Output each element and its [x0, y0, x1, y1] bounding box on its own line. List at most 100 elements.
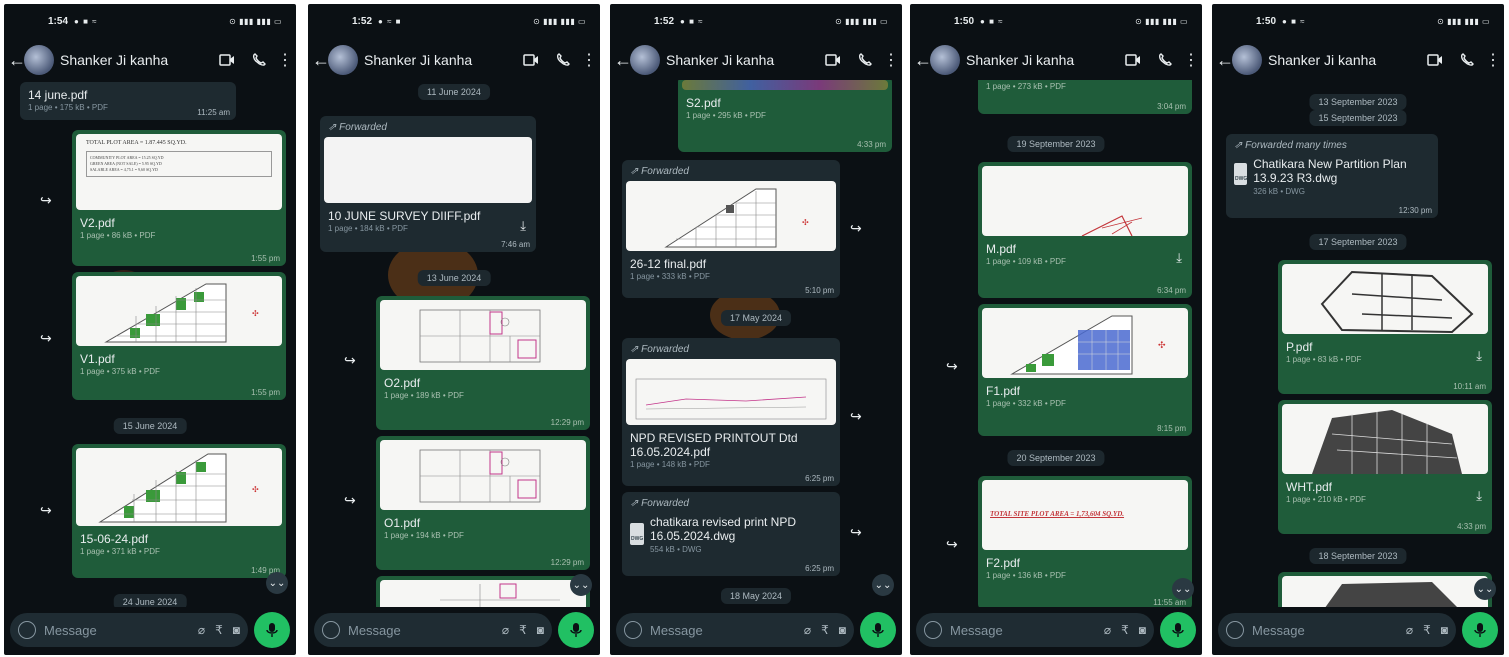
- file-message[interactable]: WHT.pdf 1 page • 210 kB • PDF ⤓ 4:33 pm: [1278, 400, 1492, 534]
- download-icon[interactable]: ⤓: [1476, 348, 1482, 364]
- message-input[interactable]: Message ⌀ ₹ ◙: [616, 613, 854, 647]
- file-message[interactable]: S2.pdf 1 page • 295 kB • PDF 4:33 pm: [678, 80, 892, 152]
- attach-icon[interactable]: ⌀: [198, 623, 205, 637]
- contact-name[interactable]: Shanker Ji kanha: [60, 52, 206, 68]
- contact-name[interactable]: Shanker Ji kanha: [1268, 52, 1414, 68]
- forward-icon[interactable]: ↪: [40, 330, 52, 347]
- file-message[interactable]: M.pdf 1 page • 109 kB • PDF ⤓ 6:34 pm: [978, 162, 1192, 298]
- file-message[interactable]: O2.pdf 1 page • 189 kB • PDF 12:29 pm: [376, 296, 590, 430]
- message-input[interactable]: Message ⌀ ₹ ◙: [10, 613, 248, 647]
- payment-icon[interactable]: ₹: [821, 623, 829, 637]
- file-message[interactable]: ✣ 15-06-24.pdf 1 page • 371 kB • PDF 1:4…: [72, 444, 286, 578]
- message-input[interactable]: Message ⌀ ₹ ◙: [1218, 613, 1456, 647]
- pdf-thumbnail[interactable]: ✣: [76, 448, 282, 526]
- avatar[interactable]: [1232, 45, 1262, 75]
- mic-button[interactable]: [860, 612, 896, 648]
- pdf-thumbnail[interactable]: [1282, 404, 1488, 474]
- mic-button[interactable]: [558, 612, 594, 648]
- message-input[interactable]: Message ⌀ ₹ ◙: [314, 613, 552, 647]
- message-input[interactable]: Message ⌀ ₹ ◙: [916, 613, 1154, 647]
- pdf-thumbnail[interactable]: [626, 359, 836, 425]
- pdf-thumbnail[interactable]: [982, 166, 1188, 236]
- pdf-thumbnail[interactable]: ✣: [626, 181, 836, 251]
- pdf-thumbnail[interactable]: ✣: [982, 308, 1188, 378]
- forward-icon[interactable]: ↪: [40, 192, 52, 209]
- pdf-thumbnail[interactable]: [380, 300, 586, 370]
- pdf-thumbnail[interactable]: [1282, 264, 1488, 334]
- attach-icon[interactable]: ⌀: [502, 623, 509, 637]
- download-icon[interactable]: ⤓: [1176, 250, 1182, 266]
- back-arrow-icon[interactable]: ←: [8, 50, 26, 71]
- attach-icon[interactable]: ⌀: [1406, 623, 1413, 637]
- file-message[interactable]: O1.pdf 1 page • 194 kB • PDF 12:29 pm: [376, 436, 590, 570]
- forward-icon[interactable]: ↪: [850, 408, 862, 425]
- pdf-thumbnail[interactable]: [380, 580, 586, 607]
- forward-icon[interactable]: ↪: [40, 502, 52, 519]
- file-message[interactable]: ⇗ Forwarded many times Chatikara New Par…: [1226, 134, 1438, 218]
- emoji-icon[interactable]: [924, 621, 942, 639]
- back-arrow-icon[interactable]: ←: [312, 50, 330, 71]
- file-message[interactable]: ⇗ Forwarded 10 JUNE SURVEY DIIFF.pdf 1 p…: [320, 116, 536, 252]
- emoji-icon[interactable]: [1226, 621, 1244, 639]
- video-call-icon[interactable]: [216, 49, 238, 71]
- download-icon[interactable]: ⤓: [1476, 488, 1482, 504]
- pdf-thumbnail[interactable]: TOTAL PLOT AREA = 1.87.445 SQ.YD. COMMUN…: [76, 134, 282, 210]
- payment-icon[interactable]: ₹: [1423, 623, 1431, 637]
- file-message[interactable]: TOTAL PLOT AREA = 1.87.445 SQ.YD. COMMUN…: [72, 130, 286, 266]
- camera-icon[interactable]: ◙: [537, 623, 544, 637]
- more-options-icon[interactable]: ⋮: [1183, 49, 1199, 71]
- mic-button[interactable]: [1462, 612, 1498, 648]
- download-icon[interactable]: ⤓: [520, 218, 526, 234]
- forward-icon[interactable]: ↪: [850, 220, 862, 237]
- avatar[interactable]: [930, 45, 960, 75]
- emoji-icon[interactable]: [624, 621, 642, 639]
- voice-call-icon[interactable]: [1456, 49, 1478, 71]
- camera-icon[interactable]: ◙: [233, 623, 240, 637]
- pdf-thumbnail[interactable]: [682, 80, 888, 90]
- file-message[interactable]: 1 page • 273 kB • PDF 3:04 pm: [978, 80, 1192, 114]
- voice-call-icon[interactable]: [248, 49, 270, 71]
- scroll-down-button[interactable]: ⌄⌄: [872, 574, 894, 596]
- scroll-down-button[interactable]: ⌄⌄: [570, 574, 592, 596]
- video-call-icon[interactable]: [1122, 49, 1144, 71]
- file-message[interactable]: 14 june.pdf 1 page • 175 kB • PDF 11:25 …: [20, 82, 236, 120]
- file-message[interactable]: P.pdf 1 page • 83 kB • PDF ⤓ 10:11 am: [1278, 260, 1492, 394]
- avatar[interactable]: [24, 45, 54, 75]
- voice-call-icon[interactable]: [552, 49, 574, 71]
- video-call-icon[interactable]: [520, 49, 542, 71]
- camera-icon[interactable]: ◙: [839, 623, 846, 637]
- scroll-down-button[interactable]: ⌄⌄: [1172, 578, 1194, 600]
- file-message[interactable]: [1278, 572, 1492, 607]
- pdf-thumbnail[interactable]: [1282, 576, 1488, 607]
- scroll-down-button[interactable]: ⌄⌄: [1474, 578, 1496, 600]
- avatar[interactable]: [630, 45, 660, 75]
- back-arrow-icon[interactable]: ←: [614, 50, 632, 71]
- forward-icon[interactable]: ↪: [344, 492, 356, 509]
- file-message[interactable]: ✣ F1.pdf 1 page • 332 kB • PDF 8:15 pm: [978, 304, 1192, 436]
- payment-icon[interactable]: ₹: [519, 623, 527, 637]
- back-arrow-icon[interactable]: ←: [914, 50, 932, 71]
- pdf-thumbnail[interactable]: [380, 440, 586, 510]
- pdf-thumbnail[interactable]: [324, 137, 532, 203]
- payment-icon[interactable]: ₹: [1121, 623, 1129, 637]
- camera-icon[interactable]: ◙: [1441, 623, 1448, 637]
- pdf-thumbnail[interactable]: TOTAL SITE PLOT AREA = 1,73,604 SQ.YD.: [982, 480, 1188, 550]
- avatar[interactable]: [328, 45, 358, 75]
- video-call-icon[interactable]: [822, 49, 844, 71]
- forward-icon[interactable]: ↪: [946, 358, 958, 375]
- voice-call-icon[interactable]: [854, 49, 876, 71]
- scroll-down-button[interactable]: ⌄⌄: [266, 572, 288, 594]
- forward-icon[interactable]: ↪: [344, 352, 356, 369]
- back-arrow-icon[interactable]: ←: [1216, 50, 1234, 71]
- mic-button[interactable]: [1160, 612, 1196, 648]
- file-message[interactable]: ⇗ Forwarded NPD REVISED PRINTOUT Dtd 16.…: [622, 338, 840, 486]
- forward-icon[interactable]: ↪: [946, 536, 958, 553]
- forward-icon[interactable]: ↪: [850, 524, 862, 541]
- file-message[interactable]: ✣ V1.pdf 1 page • 375 kB • PDF 1:55 pm: [72, 272, 286, 400]
- more-options-icon[interactable]: ⋮: [581, 49, 597, 71]
- pdf-thumbnail[interactable]: ✣: [76, 276, 282, 346]
- contact-name[interactable]: Shanker Ji kanha: [364, 52, 510, 68]
- voice-call-icon[interactable]: [1154, 49, 1176, 71]
- file-message[interactable]: TOTAL SITE PLOT AREA = 1,73,604 SQ.YD. F…: [978, 476, 1192, 607]
- emoji-icon[interactable]: [18, 621, 36, 639]
